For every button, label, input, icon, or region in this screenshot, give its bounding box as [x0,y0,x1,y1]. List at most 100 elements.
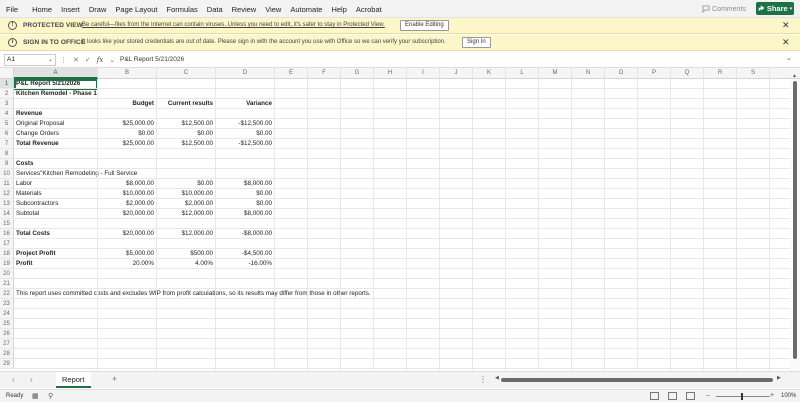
protected-view-message[interactable]: Be careful—files from the Internet can c… [82,22,385,28]
menu-view[interactable]: View [265,5,281,14]
name-box[interactable]: A1 ⌄ [4,54,56,66]
row-header-17[interactable]: 17 [0,239,14,249]
row-header-25[interactable]: 25 [0,319,14,329]
row-header-4[interactable]: 4 [0,109,14,119]
more-icon[interactable]: ⋮ [479,375,487,384]
normal-view-icon[interactable] [650,392,659,400]
row-header-20[interactable]: 20 [0,269,14,279]
enable-editing-button[interactable]: Enable Editing [400,20,449,31]
menu-page-layout[interactable]: Page Layout [115,5,157,14]
select-all-corner[interactable] [0,68,14,79]
menu-data[interactable]: Data [207,5,223,14]
prev-sheet-icon[interactable]: ‹ [12,375,15,384]
row-header-26[interactable]: 26 [0,329,14,339]
column-header-q[interactable]: Q [671,68,704,79]
vertical-scroll-thumb[interactable] [793,81,797,359]
row-header-19[interactable]: 19 [0,259,14,269]
more-icon[interactable]: ⋮ [60,56,67,64]
row-header-2[interactable]: 2 [0,89,14,99]
comments-button[interactable]: Comments [702,3,746,15]
row-header-8[interactable]: 8 [0,149,14,159]
row-header-21[interactable]: 21 [0,279,14,289]
menu-acrobat[interactable]: Acrobat [356,5,382,14]
column-header-r[interactable]: R [704,68,737,79]
column-header-i[interactable]: I [407,68,440,79]
column-header-l[interactable]: L [506,68,539,79]
row-header-29[interactable]: 29 [0,359,14,369]
column-header-e[interactable]: E [275,68,308,79]
menu-file[interactable]: File [6,5,18,14]
menu-draw[interactable]: Draw [89,5,107,14]
scroll-up-icon[interactable]: ▲ [792,73,797,79]
row-header-13[interactable]: 13 [0,199,14,209]
chevron-down-icon[interactable]: ⌄ [109,56,115,64]
row-header-28[interactable]: 28 [0,349,14,359]
zoom-level[interactable]: 100% [781,393,796,399]
close-icon[interactable]: ✕ [782,37,790,48]
scroll-right-icon[interactable]: ▶ [777,375,781,381]
macro-record-icon[interactable]: ▦ [32,392,39,400]
row-header-6[interactable]: 6 [0,129,14,139]
page-break-view-icon[interactable] [686,392,695,400]
menu-formulas[interactable]: Formulas [167,5,198,14]
zoom-in-icon[interactable]: + [770,392,774,399]
row-header-24[interactable]: 24 [0,309,14,319]
menu-help[interactable]: Help [331,5,346,14]
menu-automate[interactable]: Automate [290,5,322,14]
sheet-tab-report[interactable]: Report [56,372,91,388]
close-icon[interactable]: ✕ [782,20,790,31]
formula-input[interactable]: P&L Report 5/21/2026 [120,56,184,63]
row-header-5[interactable]: 5 [0,119,14,129]
row-header-23[interactable]: 23 [0,299,14,309]
row-header-1[interactable]: 1 [0,79,14,89]
sign-in-button[interactable]: Sign In [462,37,491,48]
share-button[interactable]: Share ▾ [756,2,794,15]
zoom-out-icon[interactable]: − [706,393,710,400]
column-header-o[interactable]: O [605,68,638,79]
row-header-10[interactable]: 10 [0,169,14,179]
column-header-h[interactable]: H [374,68,407,79]
cancel-icon[interactable]: ✕ [73,56,79,64]
vertical-scrollbar[interactable]: ▲ [790,73,800,371]
horizontal-scrollbar[interactable]: ◀ ▶ [495,375,781,383]
column-header-d[interactable]: D [216,68,275,79]
horizontal-scroll-thumb[interactable] [501,378,773,382]
menu-home[interactable]: Home [32,5,52,14]
accessibility-icon[interactable]: ⚲ [48,392,53,400]
row-header-9[interactable]: 9 [0,159,14,169]
column-header-s[interactable]: S [737,68,770,79]
zoom-slider[interactable] [716,393,770,400]
row-header-12[interactable]: 12 [0,189,14,199]
expand-formula-icon[interactable]: ⌄ [786,54,792,62]
check-icon[interactable]: ✓ [85,56,91,64]
column-header-f[interactable]: F [308,68,341,79]
page-layout-view-icon[interactable] [668,392,677,400]
column-header-g[interactable]: G [341,68,374,79]
column-header-c[interactable]: C [157,68,216,79]
row-header-15[interactable]: 15 [0,219,14,229]
row-header-11[interactable]: 11 [0,179,14,189]
row-header-16[interactable]: 16 [0,229,14,239]
row-header-3[interactable]: 3 [0,99,14,109]
next-sheet-icon[interactable]: › [30,375,33,384]
menu-insert[interactable]: Insert [61,5,80,14]
chevron-down-icon[interactable]: ▾ [790,6,793,12]
scroll-left-icon[interactable]: ◀ [495,375,499,381]
row-header-14[interactable]: 14 [0,209,14,219]
column-header-k[interactable]: K [473,68,506,79]
row-header-7[interactable]: 7 [0,139,14,149]
column-header-m[interactable]: M [539,68,572,79]
column-header-j[interactable]: J [440,68,473,79]
chevron-down-icon[interactable]: ⌄ [48,55,53,65]
spreadsheet-grid[interactable]: ABCDEFGHIJKLMNOPQRS 1 2 3 4 5 6 7 8 9 10 11 12 13 14 1… [0,68,800,371]
row-header-18[interactable]: 18 [0,249,14,259]
column-header-n[interactable]: N [572,68,605,79]
column-header-p[interactable]: P [638,68,671,79]
column-header-a[interactable]: A [14,68,98,79]
column-header-b[interactable]: B [98,68,157,79]
menu-review[interactable]: Review [232,5,257,14]
add-sheet-icon[interactable]: + [112,374,117,384]
row-header-22[interactable]: 22 [0,289,14,299]
row-header-27[interactable]: 27 [0,339,14,349]
insert-function-icon[interactable]: fx [97,56,104,64]
